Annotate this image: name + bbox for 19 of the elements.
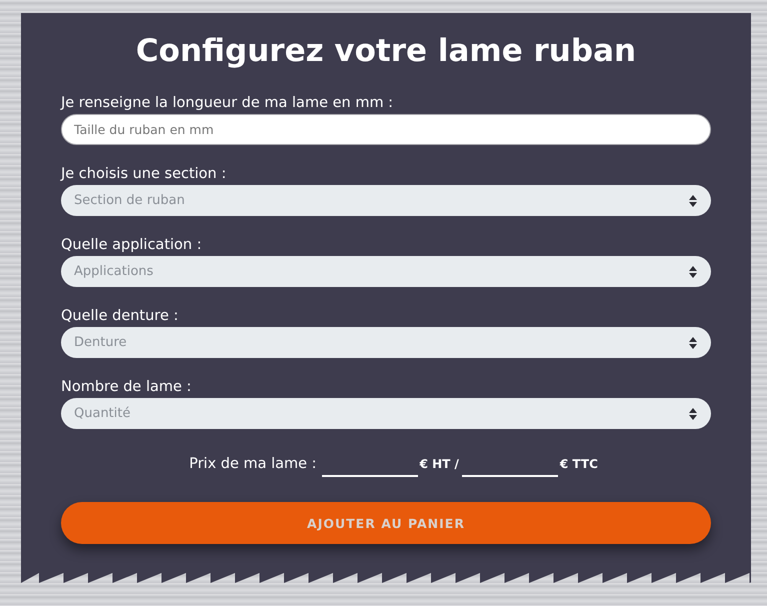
field-label: Je choisis une section : (61, 165, 226, 183)
form-title: Configurez votre lame ruban (134, 32, 638, 71)
currency-label: € TTC (560, 456, 598, 472)
add-to-cart-button[interactable]: AJOUTER AU PANIER (61, 502, 711, 544)
currency-label: € HT / (420, 456, 459, 472)
length-input[interactable]: Taille du ruban en mm (61, 114, 711, 145)
up-down-caret-icon (689, 408, 697, 420)
price-label: Prix de ma lame : (189, 455, 317, 473)
field-label: Je renseigne la longueur de ma lame en mm : (61, 94, 394, 112)
field-label: Quelle denture : (61, 307, 178, 325)
dropdown-field[interactable]: Section de ruban (61, 185, 711, 216)
dropdown-field[interactable]: Quantité (61, 398, 711, 429)
field-label: Nombre de lame : (61, 378, 192, 396)
up-down-caret-icon (689, 194, 697, 206)
up-down-caret-icon (689, 266, 697, 278)
field-label: Quelle application : (61, 236, 202, 254)
dropdown-field[interactable]: Denture (61, 327, 711, 358)
dropdown-field[interactable]: Applications (61, 256, 711, 287)
up-down-caret-icon (689, 336, 697, 348)
